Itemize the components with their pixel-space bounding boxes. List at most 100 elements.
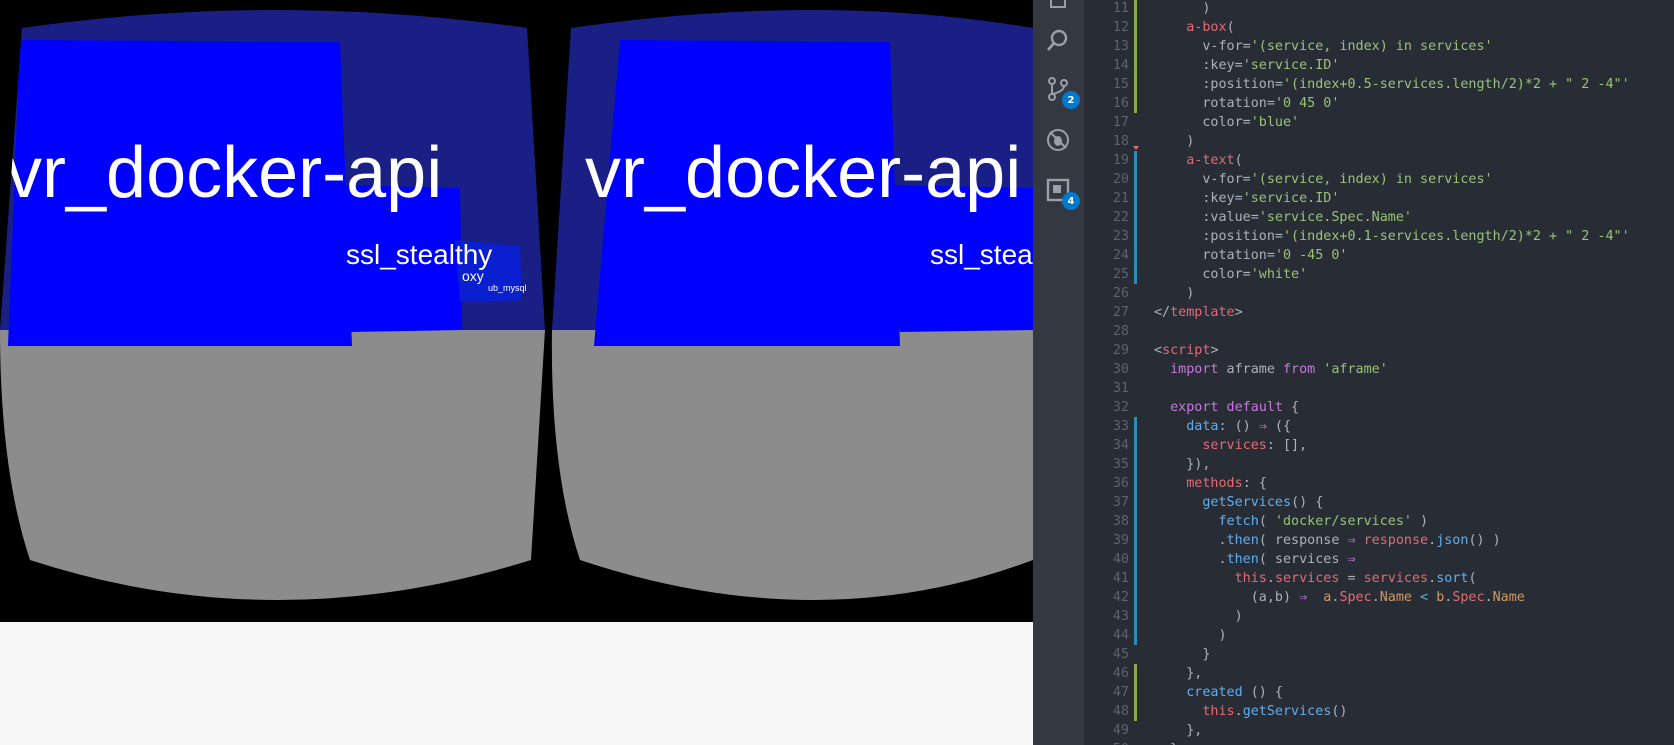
git-gutter-marker [1134,436,1137,455]
code-token: ( [1468,571,1477,586]
code-line[interactable]: 31 [1084,379,1674,398]
code-line[interactable]: 45 } [1084,645,1674,664]
code-line[interactable]: 39 .then( response ⇒ response.json() ) [1084,531,1674,550]
code-token: (a,b) [1154,590,1300,605]
code-line[interactable]: 13 v-for='(service, index) in services' [1084,37,1674,56]
code-line[interactable]: 27 </template> [1084,303,1674,322]
code-line[interactable]: 14 :key='service.ID' [1084,56,1674,75]
code-token: < [1412,590,1437,605]
code-line[interactable]: 48 this.getServices() [1084,702,1674,721]
code-text: }), [1154,455,1210,474]
code-line[interactable]: 22 :value='service.Spec.Name' [1084,208,1674,227]
code-line[interactable]: 46 }, [1084,664,1674,683]
code-token: 'white' [1250,267,1308,282]
code-line[interactable]: 18 ) [1084,132,1674,151]
code-line[interactable]: 43 ) [1084,607,1674,626]
code-line[interactable]: 21 :key='service.ID' [1084,189,1674,208]
left-eye-view: vr_docker-api ssl_stealthy oxy ub_mysql [0,10,545,600]
code-line[interactable]: 15 :position='(index+0.5-services.length… [1084,75,1674,94]
code-token: 'service.Spec.Name' [1258,210,1412,225]
right-eye-view: vr_docker-api ssl_stea [551,10,1033,600]
code-line[interactable]: 34 services: [], [1084,436,1674,455]
search-icon[interactable] [1042,24,1074,56]
debug-icon[interactable] [1042,124,1074,156]
code-line[interactable]: 12 a-box( [1084,18,1674,37]
code-text: ) [1154,626,1226,645]
git-gutter-marker [1134,151,1137,170]
code-token: aframe [1218,362,1283,377]
git-gutter-marker [1134,607,1137,626]
code-token: a-box [1154,20,1227,35]
git-gutter-marker [1134,170,1137,189]
line-number: 29 [1112,343,1129,358]
code-line[interactable]: 41 this.services = services.sort( [1084,569,1674,588]
code-line[interactable]: 19 a-text( [1084,151,1674,170]
code-line[interactable]: 25 color='white' [1084,265,1674,284]
git-gutter-marker [1134,265,1137,284]
code-line[interactable]: 36 methods: { [1084,474,1674,493]
git-gutter-marker [1134,550,1137,569]
code-token: rotation= [1154,96,1275,111]
code-token: this [1154,571,1267,586]
code-token: ( [1226,20,1235,35]
code-token: 'service.ID' [1242,58,1340,73]
git-gutter-marker [1134,94,1137,113]
line-number: 16 [1112,96,1129,111]
code-line[interactable]: 23 :position='(index+0.1-services.length… [1084,227,1674,246]
git-gutter-marker [1134,455,1137,474]
line-number: 39 [1112,533,1129,548]
code-token: . [1484,590,1493,605]
code-line[interactable]: 11 ) [1084,0,1674,18]
code-line[interactable]: 17 color='blue' [1084,113,1674,132]
code-token: . [1154,552,1227,567]
extensions-badge: 4 [1062,192,1080,210]
line-number: 13 [1112,39,1129,54]
code-token: services [1363,571,1429,586]
code-editor[interactable]: 11 ) 12 a-box(13 v-for='(service, index) … [1084,0,1674,745]
git-gutter-marker [1134,569,1137,588]
code-token: ( response [1258,533,1348,548]
line-number: 37 [1112,495,1129,510]
code-token: ) [1154,1,1211,16]
explorer-icon[interactable] [1042,0,1074,14]
code-line[interactable]: 33 data: () ⇒ ({ [1084,417,1674,436]
code-text: ) [1154,607,1243,626]
code-line[interactable]: 42 (a,b) ⇒ a.Spec.Name < b.Spec.Name [1084,588,1674,607]
source-control-icon[interactable]: 2 [1042,73,1080,109]
code-token: > [1210,343,1219,358]
line-number: 25 [1112,267,1129,282]
code-line[interactable]: 26 ) [1084,284,1674,303]
activity-bar: 2 4 [1033,0,1084,745]
git-gutter-marker [1134,75,1137,94]
code-token: ) [1154,609,1243,624]
code-line[interactable]: 35 }), [1084,455,1674,474]
code-text: fetch( 'docker/services' ) [1154,512,1428,531]
code-line[interactable]: 20 v-for='(service, index) in services' [1084,170,1674,189]
extensions-icon[interactable]: 4 [1042,174,1080,210]
line-number: 33 [1112,419,1129,434]
code-line[interactable]: 24 rotation='0 -45 0' [1084,246,1674,265]
code-line[interactable]: 38 fetch( 'docker/services' ) [1084,512,1674,531]
code-token: : { [1242,476,1267,491]
git-gutter-marker [1134,740,1137,745]
git-gutter-marker [1134,246,1137,265]
code-line[interactable]: 40 .then( services ⇒ [1084,550,1674,569]
code-line[interactable]: 29 <script> [1084,341,1674,360]
code-line[interactable]: 47 created () { [1084,683,1674,702]
line-number: 32 [1112,400,1129,415]
code-line[interactable]: 50 } [1084,740,1674,745]
code-line[interactable]: 44 ) [1084,626,1674,645]
code-token: v-for= [1154,39,1251,54]
code-line[interactable]: 28 [1084,322,1674,341]
code-line[interactable]: 49 }, [1084,721,1674,740]
code-token: 'aframe' [1315,362,1388,377]
code-line[interactable]: 16 rotation='0 45 0' [1084,94,1674,113]
code-line[interactable]: 32 export default { [1084,398,1674,417]
vr-title-right: vr_docker-api [585,133,1021,213]
code-token: = [1339,571,1364,586]
code-line[interactable]: 37 getServices() { [1084,493,1674,512]
code-text: :position='(index+0.1-services.length/2)… [1154,227,1629,246]
line-number: 28 [1112,324,1129,339]
line-number: 18 [1112,134,1129,149]
code-line[interactable]: 30 import aframe from 'aframe' [1084,360,1674,379]
